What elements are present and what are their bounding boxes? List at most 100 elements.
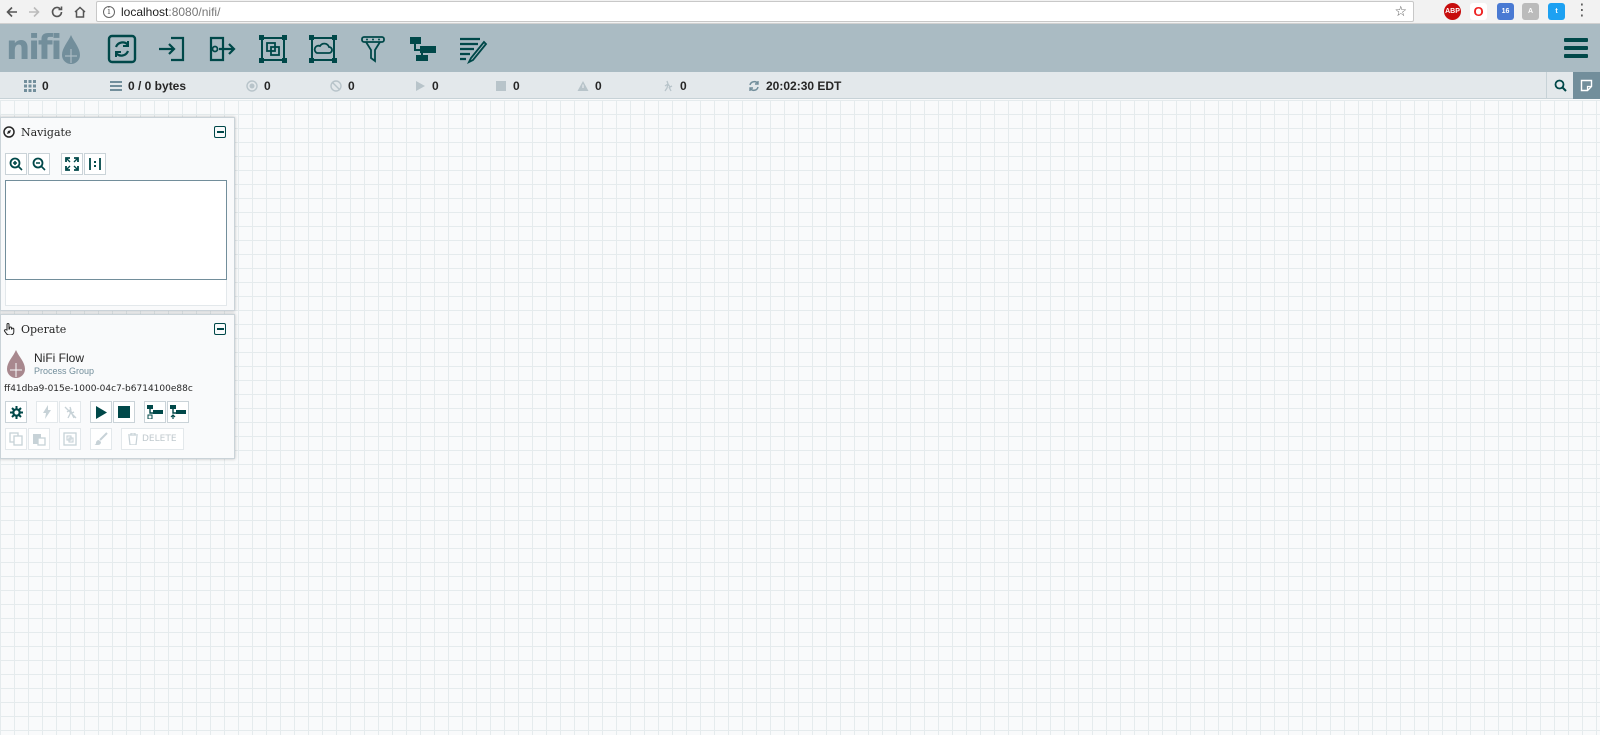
- nifi-drop-logo-icon: [62, 35, 80, 64]
- hamburger-bar: [1564, 38, 1588, 42]
- running-stat: 0: [414, 78, 439, 93]
- fit-screen-icon: [65, 157, 79, 171]
- enable-button[interactable]: [36, 401, 58, 423]
- component-name: NiFi Flow: [34, 351, 84, 365]
- flow-canvas[interactable]: [0, 100, 1600, 735]
- add-label-button[interactable]: [458, 34, 488, 65]
- add-funnel-button[interactable]: [358, 34, 388, 64]
- back-button[interactable]: [2, 2, 22, 22]
- zoom-out-button[interactable]: [28, 153, 50, 175]
- transmitting-icon: [246, 79, 258, 92]
- fit-to-screen-button[interactable]: [61, 153, 83, 175]
- global-menu-button[interactable]: [1564, 38, 1588, 58]
- adblock-extension-icon[interactable]: ABP: [1444, 3, 1461, 20]
- not-transmitting-value: 0: [348, 78, 355, 93]
- bookmark-star-icon[interactable]: ☆: [1394, 3, 1407, 20]
- actual-size-icon: [89, 158, 101, 170]
- forward-button[interactable]: [24, 2, 44, 22]
- paintbrush-icon: [94, 432, 108, 445]
- copy-button[interactable]: [5, 428, 27, 450]
- home-button[interactable]: [70, 2, 90, 22]
- start-button[interactable]: [90, 401, 112, 423]
- operate-actions-row-1: [5, 401, 190, 423]
- birdseye-footer: [5, 280, 227, 306]
- gear-icon: [9, 405, 23, 419]
- stopped-square-icon: [495, 80, 507, 92]
- opera-extension-icon[interactable]: O: [1470, 3, 1487, 20]
- birdseye-view[interactable]: [5, 180, 227, 280]
- calendar-extension-icon[interactable]: 16: [1497, 3, 1514, 20]
- not-transmitting-stat: 0: [330, 78, 355, 93]
- stop-icon: [118, 406, 130, 418]
- nifi-header: nifi: [0, 24, 1600, 72]
- upload-template-button[interactable]: [167, 401, 189, 423]
- hand-pointer-icon: [3, 323, 15, 335]
- site-info-icon[interactable]: i: [103, 5, 115, 18]
- zoom-in-button[interactable]: [5, 153, 27, 175]
- status-actions: [1546, 72, 1600, 99]
- hamburger-bar: [1564, 54, 1588, 58]
- component-id: ff41dba9-015e-1000-04c7-b6714100e88c: [4, 384, 193, 394]
- disabled-value: 0: [680, 78, 687, 93]
- navigate-title: Navigate: [21, 125, 72, 139]
- back-arrow-icon: [6, 6, 17, 18]
- running-play-icon: [414, 80, 426, 92]
- add-remote-process-group-button[interactable]: [308, 34, 338, 64]
- funnel-icon: [361, 36, 385, 63]
- address-bar[interactable]: i localhost:8080/nifi/ ☆: [96, 1, 1414, 22]
- operate-panel-header: Operate: [1, 315, 234, 343]
- home-icon: [74, 6, 86, 18]
- operate-collapse-button[interactable]: [214, 323, 226, 335]
- configure-button[interactable]: [5, 401, 27, 423]
- transmitting-value: 0: [264, 78, 271, 93]
- actual-size-button[interactable]: [84, 153, 106, 175]
- forward-arrow-icon: [29, 6, 40, 18]
- last-refreshed-stat: 20:02:30 EDT: [748, 78, 841, 93]
- gray-extension-icon[interactable]: A: [1522, 3, 1539, 20]
- output-port-icon: [209, 36, 236, 62]
- input-port-icon: [159, 36, 185, 62]
- stopped-stat: 0: [495, 78, 520, 93]
- reload-button[interactable]: [47, 2, 67, 22]
- process-group-drop-icon: [7, 350, 25, 378]
- url-host: localhost: [121, 4, 169, 19]
- stop-button[interactable]: [113, 401, 135, 423]
- delete-button[interactable]: DELETE: [121, 428, 184, 450]
- create-template-icon: [147, 405, 163, 419]
- bulletin-board-button[interactable]: [1573, 72, 1600, 99]
- stopped-value: 0: [513, 78, 520, 93]
- twitter-extension-icon[interactable]: t: [1548, 3, 1565, 20]
- flow-status-bar: 0 0 / 0 bytes 0 0 0 0 0 0 20:02:30 EDT: [0, 72, 1600, 99]
- threads-grid-icon: [24, 79, 36, 92]
- search-icon: [1554, 79, 1567, 92]
- search-button[interactable]: [1546, 72, 1573, 99]
- navigate-tools: [5, 153, 107, 175]
- queued-stat: 0 / 0 bytes: [110, 78, 186, 93]
- running-value: 0: [432, 78, 439, 93]
- active-threads-stat: 0: [24, 78, 49, 93]
- create-template-button[interactable]: [144, 401, 166, 423]
- add-template-button[interactable]: [408, 34, 438, 64]
- add-input-port-button[interactable]: [157, 34, 187, 64]
- refresh-icon[interactable]: [748, 80, 760, 92]
- transmitting-stat: 0: [246, 78, 271, 93]
- paste-icon: [33, 434, 46, 446]
- group-button[interactable]: [59, 428, 81, 450]
- add-process-group-button[interactable]: [258, 34, 288, 64]
- copy-icon: [9, 432, 23, 446]
- disabled-icon: [64, 406, 76, 418]
- hamburger-bar: [1564, 46, 1588, 50]
- add-processor-button[interactable]: [107, 34, 137, 64]
- change-color-button[interactable]: [90, 428, 112, 450]
- disabled-stat: 0: [662, 78, 687, 93]
- disable-button[interactable]: [59, 401, 81, 423]
- queued-list-icon: [110, 80, 122, 92]
- paste-button[interactable]: [28, 428, 50, 450]
- add-output-port-button[interactable]: [207, 34, 237, 64]
- queued-value: 0 / 0 bytes: [128, 78, 187, 93]
- disabled-icon: [662, 80, 674, 92]
- navigate-collapse-button[interactable]: [214, 126, 226, 138]
- navigate-panel: Navigate: [0, 117, 235, 311]
- browser-menu-icon[interactable]: ⋮: [1574, 2, 1590, 20]
- upload-template-icon: [170, 405, 186, 419]
